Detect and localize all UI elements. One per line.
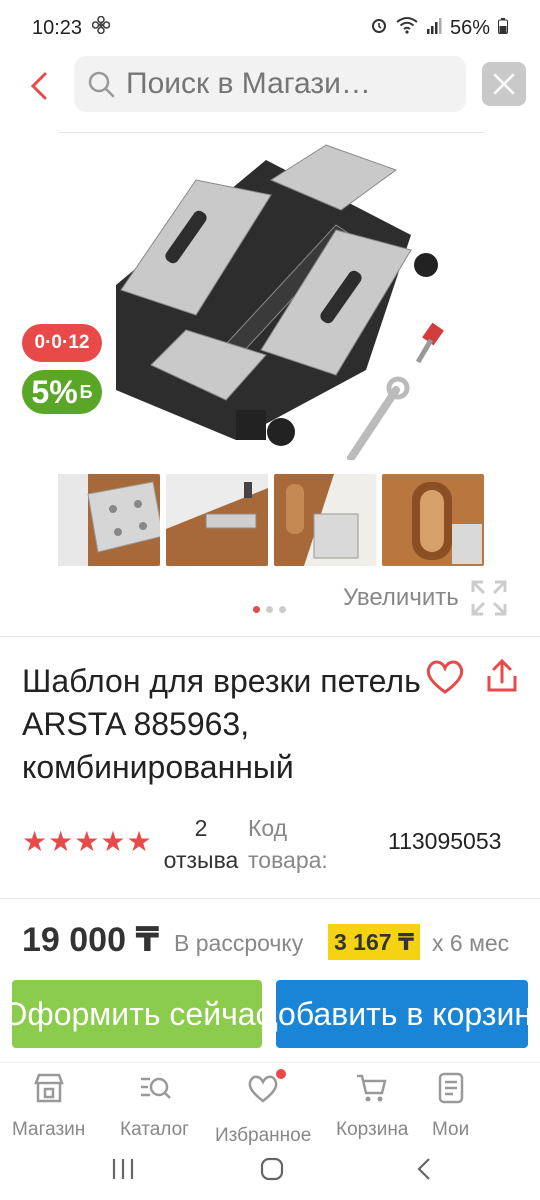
signal-icon bbox=[426, 17, 442, 40]
catalog-search-icon bbox=[140, 1077, 171, 1099]
fan-icon bbox=[91, 15, 111, 40]
orders-icon bbox=[438, 1072, 463, 1104]
gallery-pagination bbox=[253, 606, 286, 613]
pagination-dot[interactable] bbox=[253, 606, 260, 613]
favorite-button[interactable] bbox=[424, 656, 466, 698]
home-button[interactable] bbox=[257, 1154, 287, 1184]
product-title: Шаблон для врезки петель ARSTA 885963, к… bbox=[22, 663, 421, 785]
gallery-thumbnail[interactable] bbox=[274, 474, 376, 566]
search-input[interactable] bbox=[126, 67, 446, 101]
nav-item-shop[interactable]: Магазин bbox=[12, 1071, 85, 1141]
star-icon: ★ bbox=[48, 826, 74, 857]
system-nav-bar bbox=[0, 1138, 540, 1200]
installment-label: В рассрочку bbox=[174, 930, 304, 956]
pagination-dot[interactable] bbox=[279, 606, 286, 613]
product-main-image[interactable] bbox=[96, 140, 466, 462]
top-bar bbox=[0, 56, 540, 120]
status-time: 10:23 bbox=[32, 16, 83, 39]
star-icon: ★ bbox=[100, 826, 126, 857]
add-to-cart-button[interactable]: Добавить в корзину bbox=[276, 980, 528, 1048]
product-price: 19 000 ₸ bbox=[22, 921, 160, 959]
wifi-icon bbox=[396, 16, 418, 40]
share-icon bbox=[487, 658, 517, 692]
installment-amount: 3 167 ₸ bbox=[328, 924, 420, 960]
star-icon: ★ bbox=[22, 826, 48, 857]
bottom-nav: Магазин Каталог Избранное Корзина Мои bbox=[0, 1062, 540, 1146]
gallery-thumbnail[interactable] bbox=[382, 474, 484, 566]
cart-icon bbox=[357, 1074, 387, 1102]
divider bbox=[58, 132, 484, 133]
store-icon bbox=[33, 1073, 64, 1103]
alarm-icon bbox=[370, 16, 388, 40]
close-button[interactable] bbox=[482, 62, 526, 106]
battery-icon bbox=[498, 17, 508, 40]
recent-apps-button[interactable] bbox=[108, 1154, 138, 1184]
gallery-thumbnail[interactable] bbox=[166, 474, 268, 566]
reviews-label: отзыва bbox=[163, 847, 239, 873]
installment-term: x 6 мес bbox=[432, 930, 510, 956]
close-icon bbox=[493, 73, 515, 95]
zoom-label: Увеличить bbox=[343, 584, 459, 611]
cashback-badge: 5% Б bbox=[22, 370, 102, 414]
expand-icon bbox=[471, 580, 507, 616]
battery-level: 56% bbox=[449, 16, 490, 39]
star-icon: ★ bbox=[74, 826, 100, 857]
add-to-cart-label: Добавить в корзину bbox=[276, 995, 528, 1032]
back-icon bbox=[417, 1158, 430, 1180]
divider bbox=[0, 898, 540, 899]
star-icon: ★ bbox=[126, 826, 152, 857]
pagination-dot[interactable] bbox=[266, 606, 273, 613]
gallery-thumbnail[interactable] bbox=[58, 474, 160, 566]
nav-item-cart[interactable]: Корзина bbox=[336, 1071, 408, 1141]
search-icon bbox=[88, 71, 115, 98]
status-bar: 10:23 56% bbox=[0, 0, 540, 56]
order-now-label: Оформить сейчас bbox=[12, 995, 262, 1032]
reviews-link[interactable]: 2 отзыва bbox=[156, 812, 246, 876]
product-code-value: 113095053 bbox=[388, 828, 502, 854]
installment-badge: 0·0·12 bbox=[22, 324, 102, 362]
cashback-currency: Б bbox=[79, 381, 93, 402]
notification-dot bbox=[276, 1069, 287, 1079]
order-now-button[interactable]: Оформить сейчас bbox=[12, 980, 262, 1048]
zoom-button[interactable]: Увеличить bbox=[343, 578, 509, 618]
recent-apps-icon bbox=[112, 1159, 134, 1179]
back-button[interactable] bbox=[20, 66, 60, 106]
nav-item-favorites[interactable]: Избранное bbox=[215, 1069, 311, 1147]
rating-stars[interactable]: ★ ★ ★ ★ ★ bbox=[22, 826, 152, 858]
share-button[interactable] bbox=[482, 656, 522, 696]
home-icon bbox=[260, 1157, 284, 1181]
reviews-count: 2 bbox=[194, 815, 208, 841]
nav-item-my[interactable]: Мои bbox=[432, 1071, 469, 1141]
divider bbox=[0, 636, 540, 637]
product-code-label: Код товара: bbox=[248, 815, 328, 873]
nav-item-catalog[interactable]: Каталог bbox=[120, 1071, 189, 1141]
chevron-left-icon bbox=[30, 72, 47, 100]
cashback-percent: 5% bbox=[31, 373, 78, 410]
system-back-button[interactable] bbox=[410, 1154, 440, 1184]
heart-icon bbox=[426, 660, 464, 694]
gallery-thumbnails bbox=[58, 474, 484, 566]
heart-icon bbox=[248, 1075, 278, 1103]
search-bar[interactable] bbox=[74, 56, 466, 112]
